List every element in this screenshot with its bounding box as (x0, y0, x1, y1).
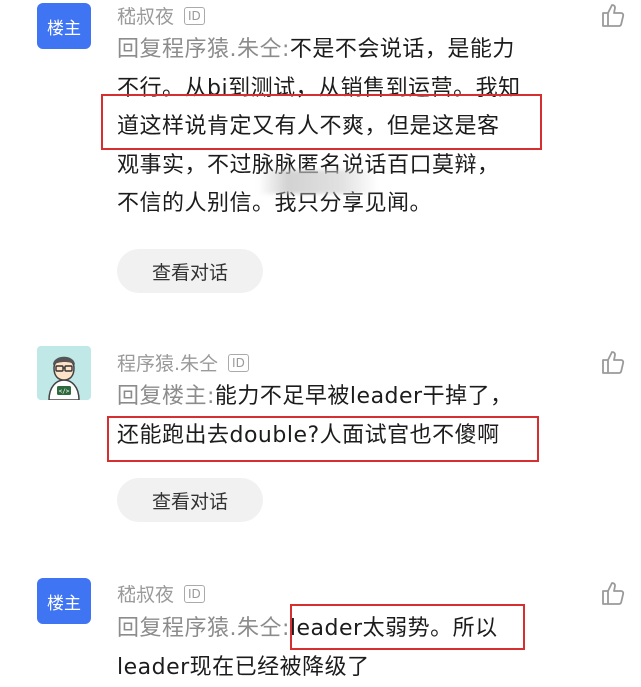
op-badge-avatar[interactable]: 楼主 (37, 3, 91, 49)
thumbs-up-icon[interactable] (600, 349, 626, 375)
thumbs-up-icon[interactable] (600, 2, 626, 28)
blur-redaction (258, 170, 378, 194)
username[interactable]: 程序猿.朱仝 ID (117, 349, 249, 376)
username-text[interactable]: 程序猿.朱仝 (117, 349, 218, 376)
comment-line: 能力不足早被leader干掉了， (215, 384, 513, 409)
id-badge: ID (184, 585, 205, 603)
op-badge-avatar[interactable]: 楼主 (37, 578, 91, 624)
highlight-box (290, 604, 525, 650)
comment-line: 不是不会说话，是能力 (290, 37, 515, 62)
id-badge: ID (184, 7, 205, 25)
highlight-box (101, 94, 542, 150)
username-text[interactable]: 嵇叔夜 (117, 580, 174, 607)
op-badge-label: 楼主 (47, 14, 81, 39)
username-text[interactable]: 嵇叔夜 (117, 2, 174, 29)
username[interactable]: 嵇叔夜 ID (117, 580, 205, 607)
op-badge-label: 楼主 (47, 589, 81, 614)
id-badge: ID (228, 354, 249, 372)
highlight-box (107, 416, 539, 462)
comment-line: leader现在已经被降级了 (117, 649, 557, 687)
view-conversation-button[interactable]: 查看对话 (117, 478, 263, 522)
view-conversation-button[interactable]: 查看对话 (117, 249, 263, 293)
programmer-avatar-icon[interactable]: </> (37, 346, 91, 400)
thumbs-up-icon[interactable] (600, 580, 626, 606)
svg-text:</>: </> (59, 388, 70, 395)
reply-prefix[interactable]: 回复楼主: (117, 384, 215, 409)
username[interactable]: 嵇叔夜 ID (117, 2, 205, 29)
reply-prefix[interactable]: 回复程序猿.朱仝: (117, 616, 290, 641)
reply-prefix[interactable]: 回复程序猿.朱仝: (117, 37, 290, 62)
